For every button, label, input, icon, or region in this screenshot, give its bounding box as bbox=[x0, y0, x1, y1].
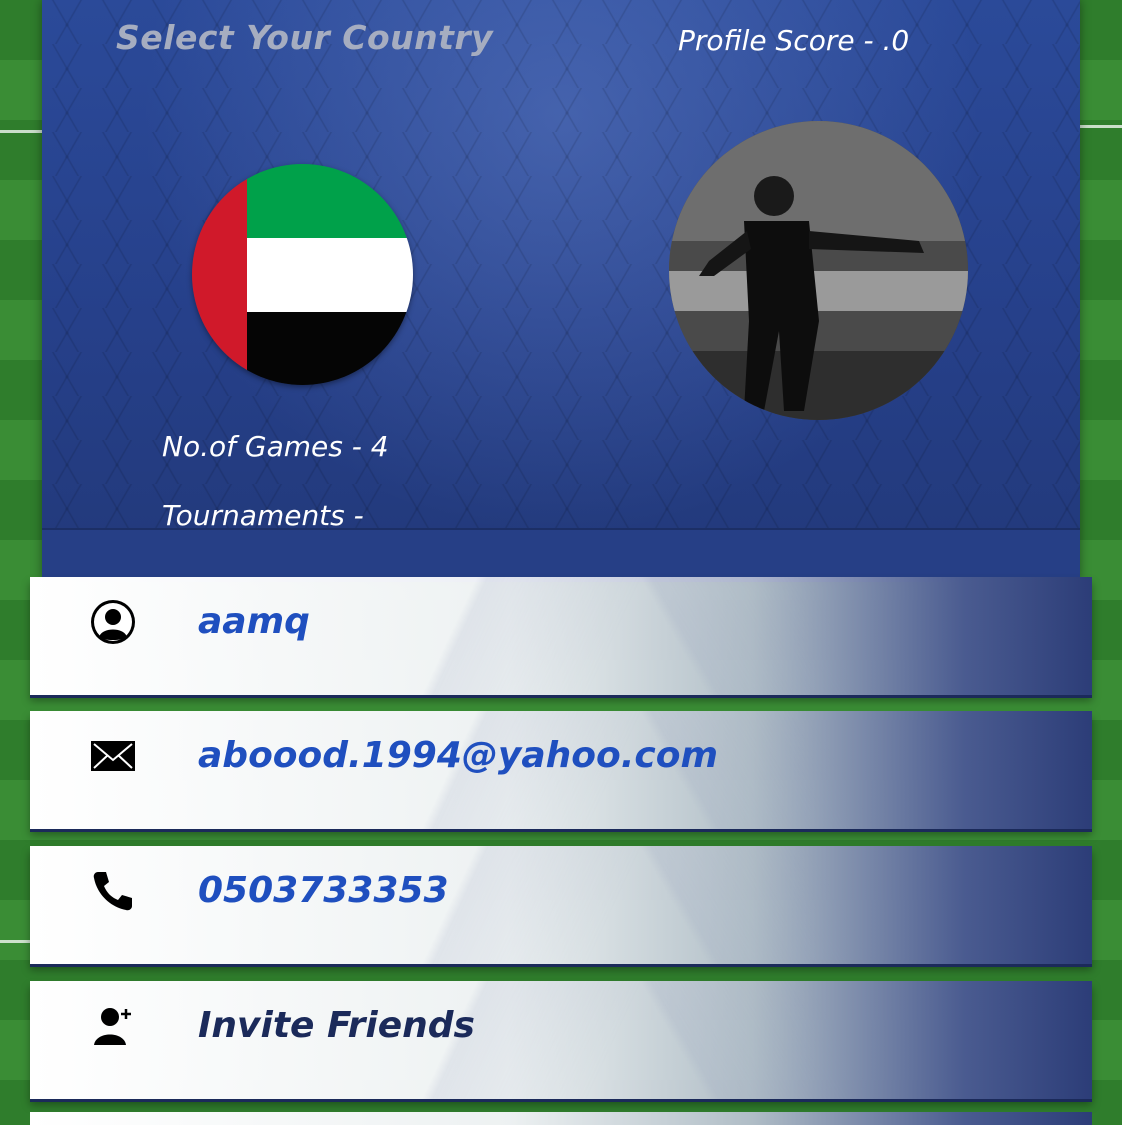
user-icon bbox=[91, 600, 135, 644]
field-line-left bbox=[0, 130, 42, 133]
row-facet bbox=[30, 577, 1092, 695]
games-count: No.of Games - 4 bbox=[162, 430, 389, 463]
username-value: aamq bbox=[198, 601, 310, 642]
username-row[interactable]: aamq bbox=[30, 577, 1092, 695]
invite-friends-label: Invite Friends bbox=[198, 1005, 475, 1046]
profile-avatar[interactable] bbox=[669, 121, 968, 420]
profile-score: Profile Score - .0 bbox=[678, 24, 910, 57]
email-value: aboood.1994@yahoo.com bbox=[198, 735, 719, 776]
next-row-partial bbox=[30, 1112, 1092, 1125]
mail-icon bbox=[91, 741, 135, 771]
phone-value: 0503733353 bbox=[198, 870, 449, 911]
panel-bottom-strip bbox=[42, 528, 1080, 582]
select-country-button[interactable]: Select Your Country bbox=[116, 18, 493, 57]
flag-white-band bbox=[247, 238, 413, 312]
email-row[interactable]: aboood.1994@yahoo.com bbox=[30, 711, 1092, 829]
field-line-bottom-left bbox=[0, 940, 30, 943]
flag-green-band bbox=[247, 164, 413, 238]
player-photo bbox=[669, 121, 968, 420]
add-user-icon bbox=[94, 1008, 131, 1045]
phone-row[interactable]: 0503733353 bbox=[30, 846, 1092, 964]
flag-red-band bbox=[192, 164, 247, 385]
row-facet bbox=[30, 846, 1092, 964]
row-facet bbox=[30, 981, 1092, 1099]
country-flag[interactable] bbox=[192, 164, 413, 385]
phone-icon bbox=[93, 872, 132, 911]
invite-friends-row[interactable]: Invite Friends bbox=[30, 981, 1092, 1099]
flag-black-band bbox=[247, 312, 413, 385]
field-line-right bbox=[1080, 125, 1122, 128]
